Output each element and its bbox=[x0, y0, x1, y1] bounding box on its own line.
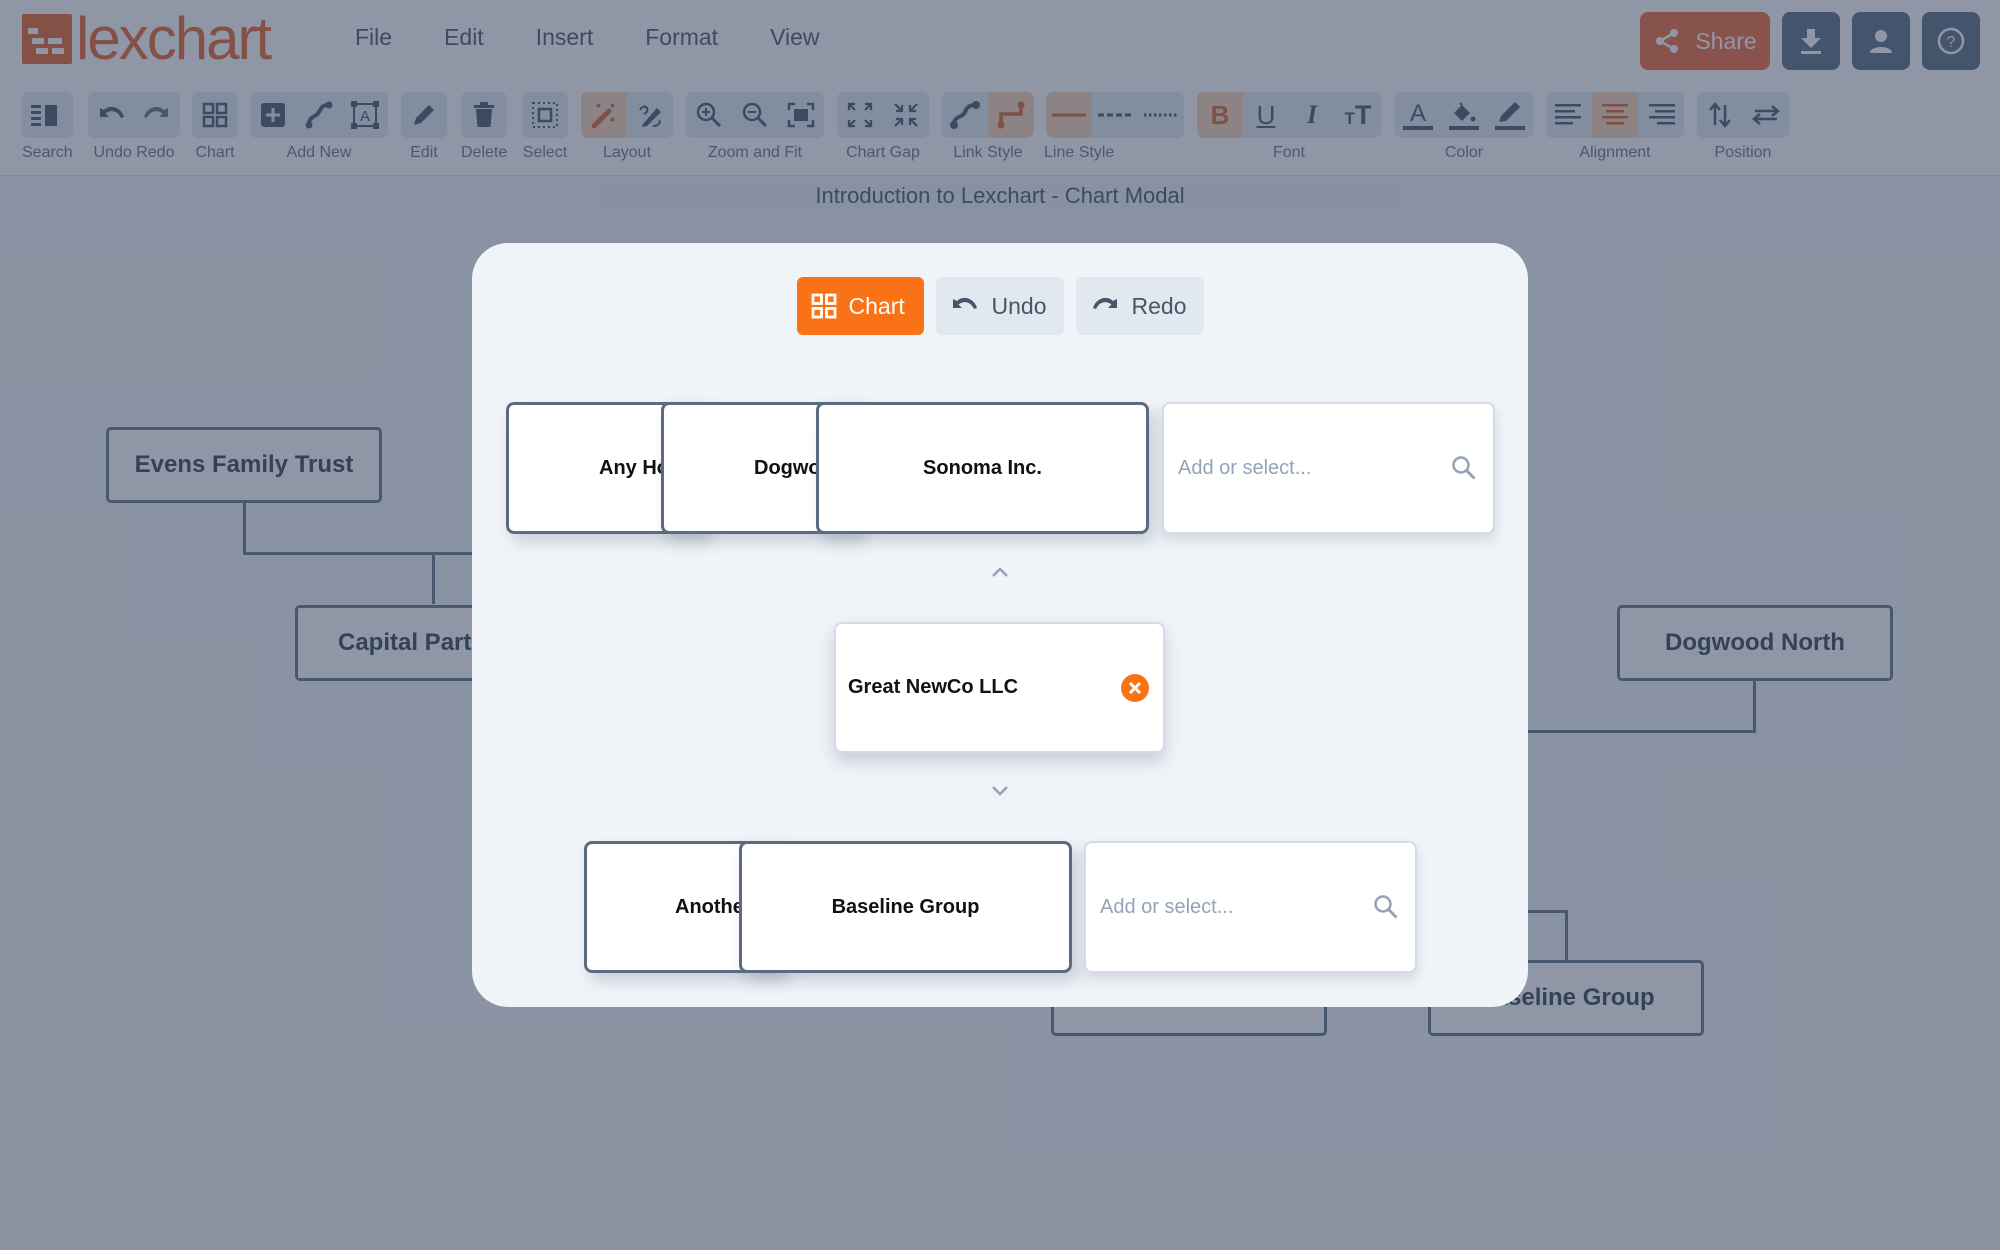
undo-button-label: Undo bbox=[991, 292, 1047, 319]
redo-button-label: Redo bbox=[1131, 292, 1187, 319]
parent-add-field[interactable] bbox=[1162, 402, 1495, 534]
search-icon bbox=[1452, 456, 1476, 480]
chevron-up-icon[interactable] bbox=[988, 564, 1012, 580]
card-label: Anothe bbox=[675, 895, 744, 918]
remove-entity-button[interactable] bbox=[1121, 673, 1149, 702]
card-label: Baseline Group bbox=[831, 895, 980, 918]
child-card[interactable]: Baseline Group bbox=[739, 841, 1072, 973]
modal-actions: Chart Undo Redo bbox=[472, 277, 1528, 335]
chart-modal: Chart Undo Redo Any Ho Dogwo Sonoma Inc.… bbox=[472, 243, 1528, 1007]
redo-button[interactable]: Redo bbox=[1075, 277, 1204, 335]
grid-icon bbox=[811, 293, 836, 319]
close-icon bbox=[1128, 681, 1142, 694]
card-label: Dogwo bbox=[754, 456, 821, 479]
chart-button-label: Chart bbox=[848, 292, 905, 319]
child-search-input[interactable] bbox=[1100, 895, 1340, 919]
parent-card[interactable]: Sonoma Inc. bbox=[816, 402, 1149, 534]
search-icon bbox=[1374, 895, 1398, 919]
redo-icon bbox=[1092, 297, 1117, 309]
focus-entity-card[interactable]: Great NewCo LLC bbox=[834, 622, 1165, 753]
chart-button[interactable]: Chart bbox=[796, 277, 924, 335]
undo-button[interactable]: Undo bbox=[935, 277, 1064, 335]
undo-icon bbox=[952, 297, 977, 309]
chevron-down-icon[interactable] bbox=[988, 783, 1012, 799]
card-label: Any Ho bbox=[599, 456, 669, 479]
card-label: Sonoma Inc. bbox=[923, 456, 1042, 479]
child-add-field[interactable] bbox=[1084, 841, 1417, 973]
focus-entity-label: Great NewCo LLC bbox=[848, 676, 1019, 698]
parent-search-input[interactable] bbox=[1178, 456, 1418, 480]
